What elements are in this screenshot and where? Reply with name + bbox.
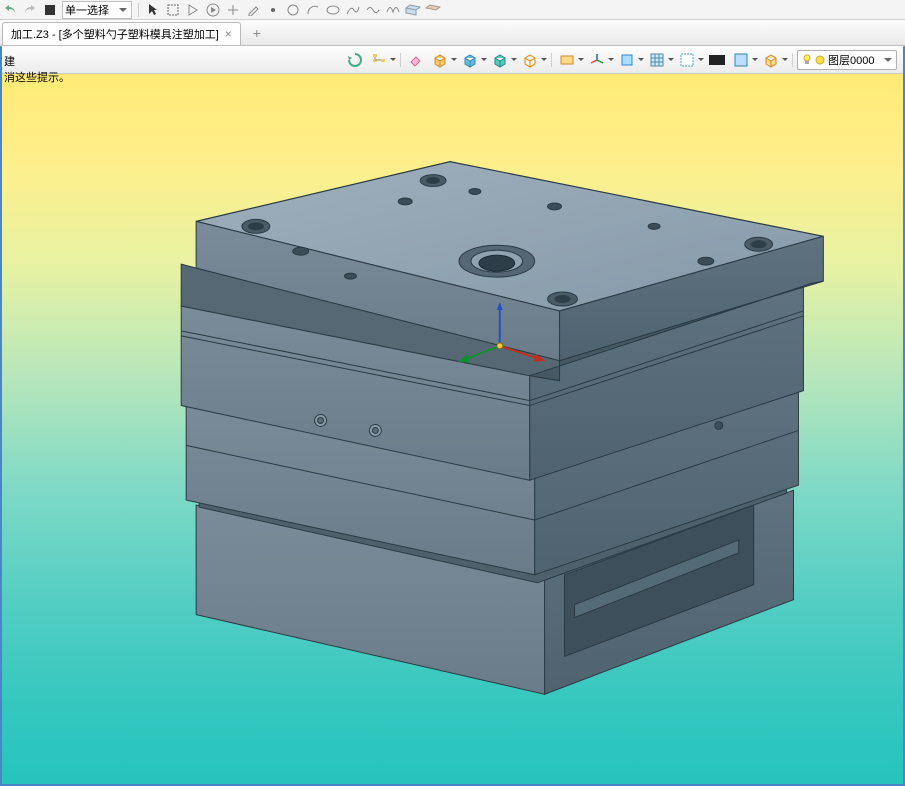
wave-tool-icon[interactable]	[385, 2, 401, 18]
hint-area: 建 消这些提示。	[0, 50, 74, 90]
pencil-icon[interactable]	[245, 2, 261, 18]
circle-tool-icon[interactable]	[285, 2, 301, 18]
close-icon[interactable]: ×	[225, 28, 232, 40]
stop-icon[interactable]	[42, 2, 58, 18]
viewport-3d[interactable]: 图层0000	[0, 46, 905, 786]
arc-tool-icon[interactable]	[305, 2, 321, 18]
cross-icon[interactable]	[225, 2, 241, 18]
square-select-icon[interactable]	[165, 2, 181, 18]
play-circle-icon[interactable]	[205, 2, 221, 18]
pointer-icon[interactable]	[145, 2, 161, 18]
selection-mode-select[interactable]: 单一选择	[62, 1, 132, 19]
point-icon[interactable]	[265, 2, 281, 18]
model-3d	[2, 47, 903, 784]
surface-icon[interactable]	[405, 2, 421, 18]
curve-tool-icon[interactable]	[345, 2, 361, 18]
add-tab-button[interactable]: +	[249, 25, 265, 41]
document-tab[interactable]: 加工.Z3 - [多个塑料勺子塑料模具注塑加工] ×	[2, 22, 241, 45]
selection-mode-label: 单一选择	[65, 2, 109, 18]
surface2-icon[interactable]	[425, 2, 441, 18]
spline-tool-icon[interactable]	[365, 2, 381, 18]
play-arrow-icon[interactable]	[185, 2, 201, 18]
tab-bar: 加工.Z3 - [多个塑料勺子塑料模具注塑加工] × +	[0, 20, 905, 46]
top-toolbar: 单一选择	[0, 0, 905, 20]
hint-line-2: 消这些提示。	[4, 70, 70, 86]
hint-line-1: 建	[4, 54, 70, 70]
undo-icon[interactable]	[2, 2, 18, 18]
separator	[138, 3, 139, 17]
ellipse-tool-icon[interactable]	[325, 2, 341, 18]
redo-icon[interactable]	[22, 2, 38, 18]
tab-title: 加工.Z3 - [多个塑料勺子塑料模具注塑加工]	[11, 26, 219, 42]
